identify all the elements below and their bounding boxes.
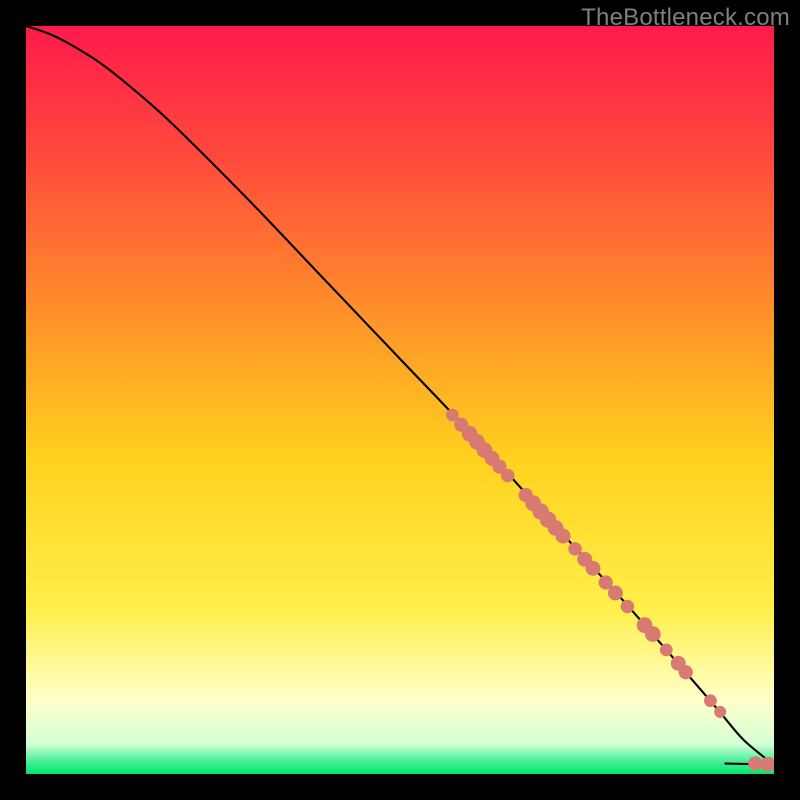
data-point [586, 561, 601, 576]
data-point [556, 529, 571, 544]
data-point [621, 600, 634, 613]
plot-svg [26, 26, 774, 774]
plot-area [26, 26, 774, 774]
gradient-background [26, 26, 774, 774]
data-point [608, 586, 623, 601]
chart-stage: TheBottleneck.com [0, 0, 800, 800]
data-point [660, 643, 673, 656]
data-point [704, 694, 717, 707]
data-point [501, 469, 514, 482]
data-point [568, 542, 581, 555]
data-point [645, 626, 661, 642]
data-point [748, 756, 762, 770]
data-point [714, 706, 726, 718]
data-point [679, 665, 693, 679]
